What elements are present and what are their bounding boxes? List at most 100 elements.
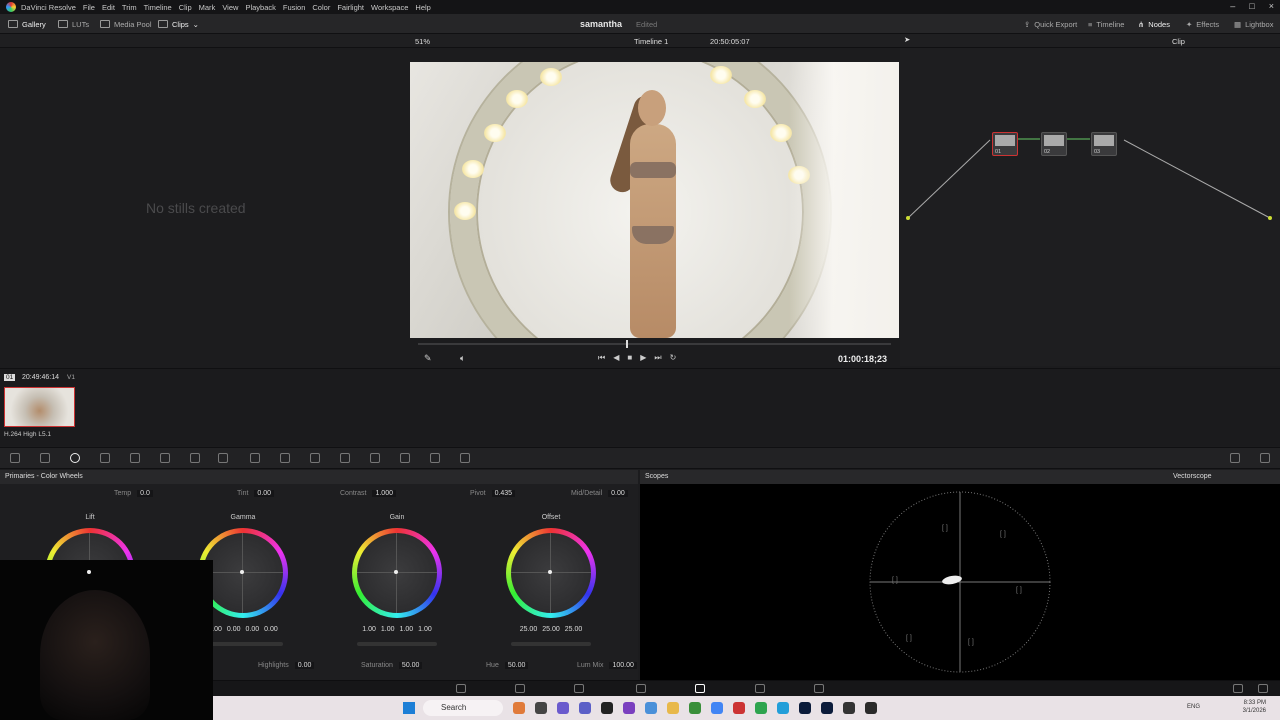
taskbar-search[interactable]: Search <box>423 700 503 716</box>
app-icon[interactable] <box>513 702 525 714</box>
maximize-button[interactable]: □ <box>1249 1 1254 11</box>
edit-page-icon[interactable] <box>574 684 584 693</box>
node-editor[interactable]: 01 02 03 <box>900 48 1280 366</box>
pointer-icon[interactable]: ➤ <box>904 35 910 44</box>
menu-clip[interactable]: Clip <box>179 3 192 12</box>
offset-master-slider[interactable] <box>511 642 591 646</box>
menu-fairlight[interactable]: Fairlight <box>337 3 364 12</box>
menu-trim[interactable]: Trim <box>122 3 137 12</box>
hdr-wheels-icon[interactable] <box>100 453 110 463</box>
app-icon[interactable] <box>557 702 569 714</box>
lightroom-icon[interactable] <box>821 702 833 714</box>
app-icon[interactable] <box>623 702 635 714</box>
effects-toggle[interactable]: ✦ Effects <box>1186 14 1219 34</box>
menu-timeline[interactable]: Timeline <box>144 3 172 12</box>
chrome-icon[interactable] <box>711 702 723 714</box>
resolve-icon[interactable] <box>865 702 877 714</box>
lightbox-toggle[interactable]: ▦ Lightbox <box>1234 14 1273 34</box>
lum-mix-param[interactable]: Lum Mix 100.00 <box>577 662 637 669</box>
settings-icon[interactable] <box>1258 684 1268 693</box>
clip-thumbnail[interactable] <box>4 387 75 427</box>
app-icon[interactable] <box>645 702 657 714</box>
qualifier-icon[interactable] <box>250 453 260 463</box>
offset-wheel[interactable]: Offset 25.00 25.00 25.00 <box>506 514 616 654</box>
media-page-icon[interactable] <box>456 684 466 693</box>
menu-view[interactable]: View <box>222 3 238 12</box>
pivot-param[interactable]: Pivot 0.435 <box>470 490 516 497</box>
saturation-param[interactable]: Saturation 50.00 <box>361 662 423 669</box>
color-page-icon[interactable] <box>695 684 705 693</box>
timeline-toggle[interactable]: ≡ Timeline <box>1088 14 1124 34</box>
volume-icon[interactable]: 🔈︎ <box>460 353 465 364</box>
telegram-icon[interactable] <box>777 702 789 714</box>
fairlight-page-icon[interactable] <box>755 684 765 693</box>
app-icon[interactable] <box>733 702 745 714</box>
folder-icon[interactable] <box>667 702 679 714</box>
gain-wheel-control[interactable] <box>352 528 442 618</box>
cut-page-icon[interactable] <box>515 684 525 693</box>
temp-param[interactable]: Temp 0.0 <box>114 490 153 497</box>
hue-param[interactable]: Hue 50.00 <box>486 662 529 669</box>
close-button[interactable]: × <box>1269 1 1274 11</box>
nodes-toggle[interactable]: ⋔ Nodes <box>1138 14 1170 34</box>
color-picker-icon[interactable]: ✎ <box>424 353 432 364</box>
node-02[interactable]: 02 <box>1041 132 1067 156</box>
contrast-param[interactable]: Contrast 1.000 <box>340 490 396 497</box>
color-warper-icon[interactable] <box>218 453 228 463</box>
teams-icon[interactable] <box>579 702 591 714</box>
windows-start-icon[interactable] <box>403 702 415 714</box>
3d-icon[interactable] <box>460 453 470 463</box>
menu-mark[interactable]: Mark <box>199 3 216 12</box>
skip-back-icon[interactable]: ⏮︎ <box>598 353 605 363</box>
clock[interactable]: 8:33 PM 3/1/2026 <box>1243 699 1266 715</box>
gamma-master-slider[interactable] <box>203 642 283 646</box>
gamma-wheel[interactable]: Gamma 0.00 0.00 0.00 0.00 <box>198 514 308 654</box>
node-03[interactable]: 03 <box>1091 132 1117 156</box>
tint-param[interactable]: Tint 0.00 <box>237 490 275 497</box>
menu-color[interactable]: Color <box>312 3 330 12</box>
home-icon[interactable] <box>1233 684 1243 693</box>
minimize-button[interactable]: – <box>1230 1 1235 11</box>
photoshop-icon[interactable] <box>799 702 811 714</box>
node-01[interactable]: 01 <box>992 132 1018 156</box>
fusion-page-icon[interactable] <box>636 684 646 693</box>
luts-tab[interactable]: LUTs <box>58 14 89 34</box>
skip-forward-icon[interactable]: ⏭︎ <box>654 353 661 363</box>
tracker-icon[interactable] <box>310 453 320 463</box>
clips-tab[interactable]: Clips ⌄ <box>158 14 199 34</box>
key-icon[interactable] <box>400 453 410 463</box>
loop-icon[interactable]: ↻ <box>670 353 677 363</box>
color-match-icon[interactable] <box>40 453 50 463</box>
motion-effects-icon[interactable] <box>160 453 170 463</box>
app-icon[interactable] <box>601 702 613 714</box>
menu-help[interactable]: Help <box>415 3 430 12</box>
blur-icon[interactable] <box>370 453 380 463</box>
menu-file[interactable]: File <box>83 3 95 12</box>
app-icon[interactable] <box>689 702 701 714</box>
highlights-param[interactable]: Highlights 0.00 <box>258 662 315 669</box>
zoom-level[interactable]: 51% <box>415 37 430 46</box>
playhead[interactable] <box>626 340 629 348</box>
color-wheels-icon[interactable] <box>70 453 80 463</box>
mid-detail-param[interactable]: Mid/Detail 0.00 <box>571 490 628 497</box>
sizing-icon[interactable] <box>430 453 440 463</box>
menu-fusion[interactable]: Fusion <box>283 3 306 12</box>
app-icon[interactable] <box>535 702 547 714</box>
video-viewer[interactable] <box>410 62 899 338</box>
quick-export-button[interactable]: ⇪ Quick Export <box>1024 14 1077 34</box>
reverse-play-icon[interactable]: ◀ <box>613 353 619 363</box>
media-pool-tab[interactable]: Media Pool <box>100 14 152 34</box>
camera-raw-icon[interactable] <box>10 453 20 463</box>
menu-playback[interactable]: Playback <box>245 3 275 12</box>
scopes-icon[interactable] <box>1230 453 1240 463</box>
play-icon[interactable]: ▶ <box>640 353 646 363</box>
window-icon[interactable] <box>280 453 290 463</box>
node-mode-selector[interactable]: Clip <box>1172 37 1185 46</box>
stop-icon[interactable]: ■ <box>627 353 632 363</box>
rgb-mixer-icon[interactable] <box>130 453 140 463</box>
info-icon[interactable] <box>1260 453 1270 463</box>
menu-edit[interactable]: Edit <box>102 3 115 12</box>
gallery-tab[interactable]: Gallery <box>8 14 46 34</box>
gain-wheel[interactable]: Gain 1.00 1.00 1.00 1.00 <box>352 514 462 654</box>
menu-workspace[interactable]: Workspace <box>371 3 408 12</box>
